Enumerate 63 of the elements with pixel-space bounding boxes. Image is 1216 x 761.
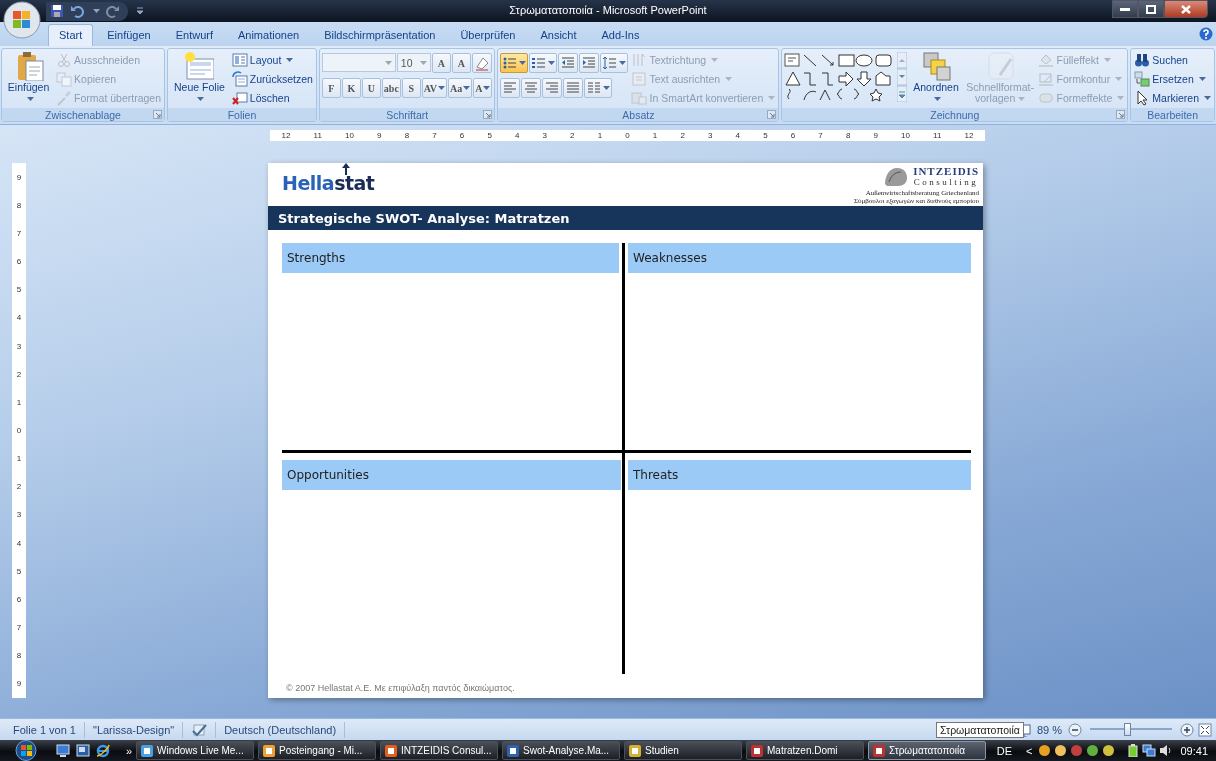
ruler-number: 6	[16, 257, 22, 267]
ruler-number: 1	[652, 131, 658, 140]
ruler-number: 4	[514, 131, 520, 140]
ruler-number: 10	[901, 131, 910, 140]
group-label: Schriftart	[386, 108, 429, 121]
theme-name: "Larissa-Design"	[85, 721, 184, 738]
ruler-number: 11	[313, 131, 322, 140]
partner-name: INTZEIDIS	[913, 165, 979, 177]
brand-logo: Hellastat	[282, 172, 375, 194]
group-label: Bearbeiten	[1147, 108, 1199, 121]
slide-count: Folie 1 von 1	[5, 721, 85, 738]
group-label: Folien	[227, 108, 257, 121]
ruler-number: 3	[16, 510, 22, 520]
ruler-number: 12	[964, 131, 974, 140]
group-label: Zwischenablage	[45, 108, 121, 121]
ruler-number: 10	[345, 131, 354, 140]
window-title: Στρωματατοποιία - Microsoft PowerPoint	[509, 4, 707, 16]
ruler-number: 9	[16, 172, 22, 182]
ruler-number: 6	[459, 131, 465, 140]
quadrant-heading: Strengths	[282, 243, 619, 273]
ruler-number: 8	[845, 131, 851, 140]
quadrant-heading: Opportunities	[282, 460, 621, 490]
ruler-number: 1	[16, 397, 22, 407]
ruler-number: 0	[16, 426, 22, 435]
ruler-number: 1	[597, 131, 603, 140]
ruler-number: 9	[16, 679, 22, 689]
tooltip: Στρωματατοποιία	[936, 722, 1024, 738]
ruler-number: 3	[708, 131, 713, 140]
ruler-number: 8	[16, 651, 22, 661]
ruler-number: 5	[763, 131, 768, 140]
ruler-number: 0	[625, 131, 630, 140]
ruler-number: 4	[16, 313, 22, 323]
ruler-number: 12	[281, 131, 291, 140]
ruler-number: 2	[16, 482, 22, 492]
ruler-number: 9	[377, 131, 382, 140]
ruler-number: 2	[570, 131, 575, 140]
ruler-number: 11	[933, 131, 942, 140]
ruler-number: 5	[16, 566, 22, 576]
quadrant-heading: Threats	[628, 460, 971, 490]
ruler-number: 5	[487, 131, 492, 140]
group-label: Zeichnung	[930, 108, 980, 121]
ruler-number: 1	[16, 454, 22, 464]
ruler-number: 6	[16, 594, 22, 604]
ruler-number: 6	[790, 131, 796, 140]
ruler-number: 7	[818, 131, 823, 140]
ruler-number: 8	[404, 131, 410, 140]
quadrant-heading: Weaknesses	[628, 243, 971, 273]
ruler-number: 2	[680, 131, 685, 140]
ruler-number: 8	[16, 200, 22, 210]
ruler-number: 7	[432, 131, 437, 140]
ruler-number: 2	[16, 369, 22, 379]
ruler-number: 5	[16, 285, 22, 295]
group-label: Absatz	[622, 108, 655, 121]
ruler-number: 3	[16, 341, 22, 351]
ruler-number: 3	[542, 131, 547, 140]
ruler-number: 4	[16, 538, 22, 548]
ruler-number: 9	[873, 131, 878, 140]
ruler-number: 7	[16, 228, 22, 238]
slide-footer: © 2007 Hellastat A.E. Με επιφύλαξη παντός δικαιώματος.	[286, 683, 983, 693]
ruler-number: 4	[735, 131, 741, 140]
partner-subtitle: Consulting	[913, 177, 979, 187]
ruler-number: 7	[16, 623, 22, 633]
slide-title: Strategische SWOT- Analyse: Matratzen	[268, 206, 983, 230]
